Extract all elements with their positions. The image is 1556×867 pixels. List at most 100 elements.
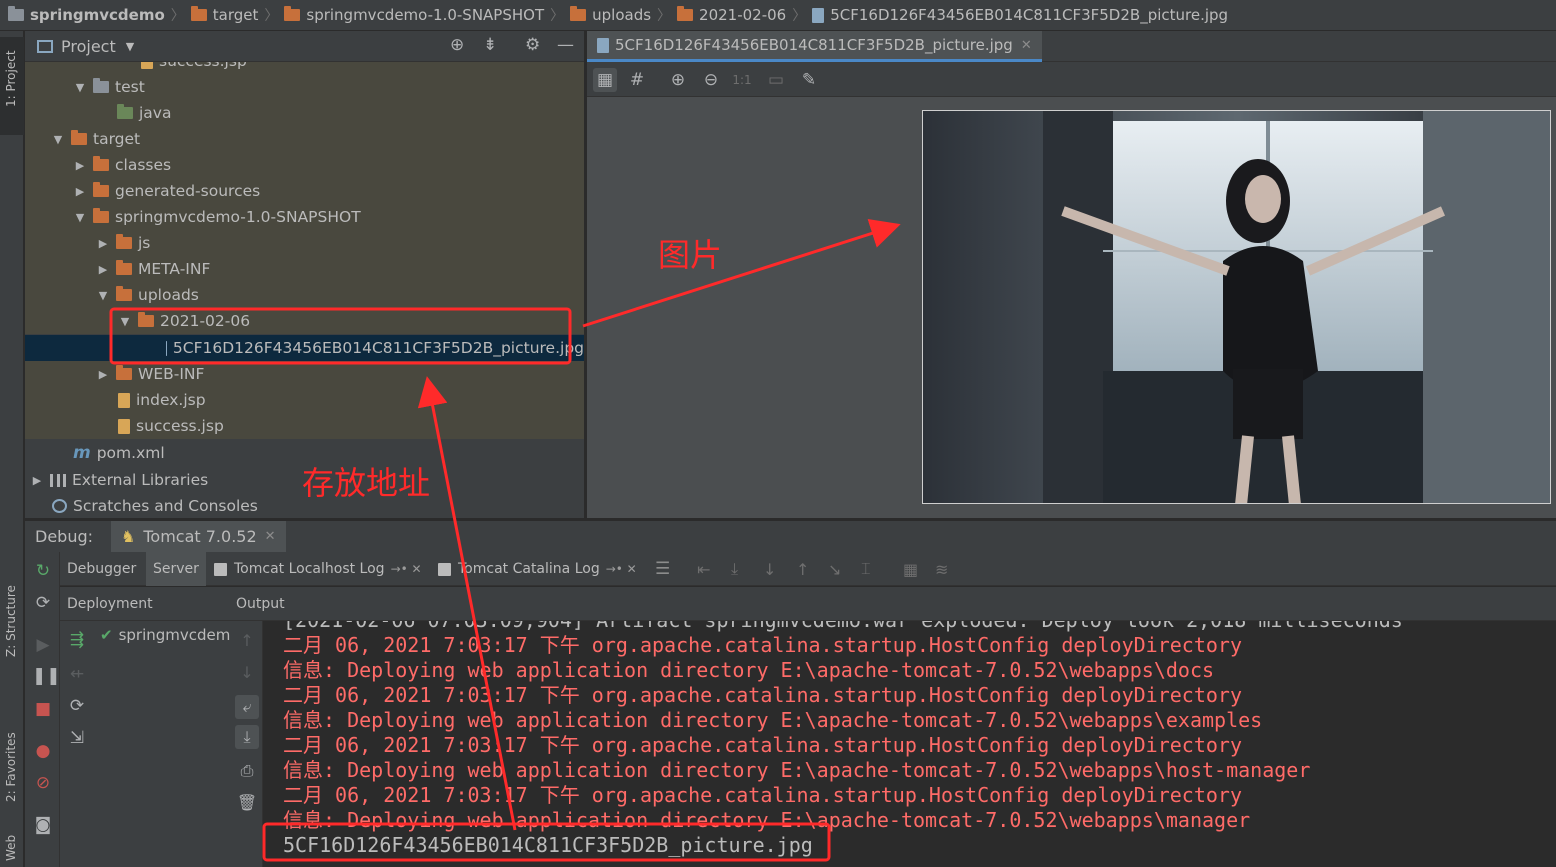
step-over-icon[interactable]: ⤓ <box>724 552 745 586</box>
expanded-arrow-icon[interactable]: ▼ <box>96 289 110 302</box>
run-config-tab[interactable]: ♞ Tomcat 7.0.52 ✕ <box>111 520 286 553</box>
grid-icon[interactable]: # <box>625 68 649 92</box>
tab-debugger[interactable]: Debugger <box>60 552 143 586</box>
folder-icon <box>677 6 694 21</box>
chessboard-icon[interactable]: ▦ <box>593 68 617 92</box>
jsp-file-icon <box>118 392 130 408</box>
expanded-arrow-icon[interactable]: ▼ <box>118 315 132 328</box>
log-line: 二月 06, 2021 7:03:17 下午 org.apache.catali… <box>283 733 1242 757</box>
tree-item-label: uploads <box>138 286 199 304</box>
trash-icon[interactable]: 🗑 <box>235 791 259 815</box>
breadcrumb-file[interactable]: 5CF16D126F43456EB014C811CF3F5D2B_picture… <box>812 6 1228 24</box>
tree-item-index[interactable]: index.jsp <box>25 387 584 413</box>
fit-zoom-icon[interactable]: ▭ <box>764 68 788 92</box>
project-view-selector[interactable]: Project ▼ <box>37 37 134 56</box>
gear-icon[interactable]: ⚙ <box>525 35 540 55</box>
tool-window-web[interactable]: Web <box>0 816 24 866</box>
scroll-down-icon[interactable]: ↓ <box>235 661 259 685</box>
collapsed-arrow-icon[interactable]: ▶ <box>30 474 44 487</box>
tree-item-success-top[interactable]: success.jsp <box>25 62 584 74</box>
actual-size-button[interactable]: 1:1 <box>730 68 754 92</box>
zoom-in-icon[interactable]: ⊕ <box>666 68 690 92</box>
close-icon[interactable]: ✕ <box>265 529 276 544</box>
expanded-arrow-icon[interactable]: ▼ <box>51 133 65 146</box>
tree-item-picture[interactable]: 5CF16D126F43456EB014C811CF3F5D2B_picture… <box>25 335 584 361</box>
show-execution-point-icon[interactable]: ⇤ <box>690 552 717 586</box>
scroll-to-end-icon[interactable]: ⤓ <box>235 725 259 749</box>
mute-breakpoints-icon[interactable]: ⊘ <box>32 772 54 794</box>
refresh-icon[interactable]: ⟳ <box>66 695 88 717</box>
tree-item-date-folder[interactable]: ▼ 2021-02-06 <box>25 308 584 334</box>
breadcrumb-date[interactable]: 2021-02-06 <box>677 6 786 24</box>
breadcrumb-uploads[interactable]: uploads <box>570 6 651 24</box>
minimize-icon[interactable]: — <box>557 35 574 55</box>
deployment-title: Deployment <box>67 595 153 612</box>
camera-icon[interactable]: ◙ <box>32 814 54 836</box>
scratches-icon <box>52 499 67 513</box>
tab-catalina-log[interactable]: Tomcat Catalina Log →• ✕ <box>431 552 644 586</box>
output-header: Output <box>228 587 1556 621</box>
tree-item-classes[interactable]: ▶ classes <box>25 152 584 178</box>
log-icon <box>214 562 227 576</box>
undeploy-icon[interactable]: ⇷ <box>66 663 88 685</box>
open-browser-icon[interactable]: ⇲ <box>66 727 88 749</box>
breadcrumb-snapshot[interactable]: springmvcdemo-1.0-SNAPSHOT <box>284 6 544 24</box>
breadcrumb-target[interactable]: target <box>190 6 258 24</box>
tree-item-test[interactable]: ▼ test <box>25 74 584 100</box>
stop-icon[interactable]: ■ <box>32 698 54 720</box>
tree-item-label: pom.xml <box>96 444 165 462</box>
expanded-arrow-icon[interactable]: ▼ <box>73 81 87 94</box>
update-icon[interactable]: ⟳ <box>32 592 54 614</box>
collapsed-arrow-icon[interactable]: ▶ <box>96 368 110 381</box>
soft-wrap-icon[interactable]: ⤶ <box>235 695 259 719</box>
close-icon[interactable]: ✕ <box>1021 38 1032 53</box>
deploy-icon[interactable]: ⇶ <box>66 629 88 651</box>
tab-server[interactable]: Server <box>146 552 206 586</box>
evaluate-icon[interactable]: ⌶ <box>854 552 878 586</box>
tree-item-java[interactable]: java <box>25 100 584 126</box>
tool-window-structure[interactable]: Z: Structure <box>0 571 24 681</box>
run-to-cursor-icon[interactable]: ↘ <box>821 552 848 586</box>
collapsed-arrow-icon[interactable]: ▶ <box>73 159 87 172</box>
tree-item-js[interactable]: ▶ js <box>25 230 584 256</box>
zoom-out-icon[interactable]: ⊖ <box>699 68 723 92</box>
color-picker-icon[interactable]: ✎ <box>797 68 821 92</box>
folder-icon <box>93 208 109 223</box>
tool-window-project[interactable]: 1: Project <box>0 37 24 135</box>
settings-icon[interactable]: ≋ <box>928 552 955 586</box>
tree-item-uploads[interactable]: ▼ uploads <box>25 282 584 308</box>
tree-item-generated-sources[interactable]: ▶ generated-sources <box>25 178 584 204</box>
step-out-icon[interactable]: ↑ <box>789 552 816 586</box>
scroll-up-icon[interactable]: ↑ <box>235 629 259 653</box>
tree-item-label: index.jsp <box>136 391 206 409</box>
pause-icon[interactable]: ❚❚ <box>32 665 61 687</box>
project-tree: success.jsp ▼test java ▼target ▶classes … <box>25 62 584 518</box>
view-breakpoints-icon[interactable]: ● <box>32 740 54 762</box>
tree-item-web-inf[interactable]: ▶ WEB-INF <box>25 361 584 387</box>
collapsed-arrow-icon[interactable]: ▶ <box>96 263 110 276</box>
breadcrumb-project[interactable]: springmvcdemo <box>8 6 165 24</box>
expanded-arrow-icon[interactable]: ▼ <box>73 211 87 224</box>
deployment-item[interactable]: ✔ springmvcdemo:war exploded <box>100 624 230 646</box>
console-output[interactable]: [2021-02-06 07:03:09,904] Artifact sprin… <box>264 621 1556 867</box>
tree-item-meta-inf[interactable]: ▶ META-INF <box>25 256 584 282</box>
breadcrumb-separator: 〉 <box>550 8 565 24</box>
locate-icon[interactable]: ⊕ <box>450 35 464 55</box>
tree-item-success[interactable]: success.jsp <box>25 413 584 439</box>
resume-icon[interactable]: ▶ <box>32 634 54 656</box>
editor-tab-picture[interactable]: 5CF16D126F43456EB014C811CF3F5D2B_picture… <box>587 31 1042 62</box>
collapsed-arrow-icon[interactable]: ▶ <box>96 237 110 250</box>
step-into-icon[interactable]: ↓ <box>756 552 783 586</box>
menu-icon[interactable]: ☰ <box>648 552 677 586</box>
tool-window-favorites[interactable]: 2: Favorites <box>0 696 24 806</box>
print-icon[interactable]: ⎙ <box>235 759 259 783</box>
tree-item-target[interactable]: ▼ target <box>25 126 584 152</box>
folder-icon <box>138 312 154 327</box>
tab-localhost-log[interactable]: Tomcat Localhost Log →• ✕ <box>207 552 429 586</box>
table-icon[interactable]: ▦ <box>896 552 925 586</box>
collapse-all-icon[interactable]: ⇟ <box>483 35 497 55</box>
rerun-icon[interactable]: ↻ <box>32 560 54 582</box>
tree-item-snapshot[interactable]: ▼ springmvcdemo-1.0-SNAPSHOT <box>25 204 584 230</box>
collapsed-arrow-icon[interactable]: ▶ <box>73 185 87 198</box>
folder-icon <box>284 6 301 21</box>
